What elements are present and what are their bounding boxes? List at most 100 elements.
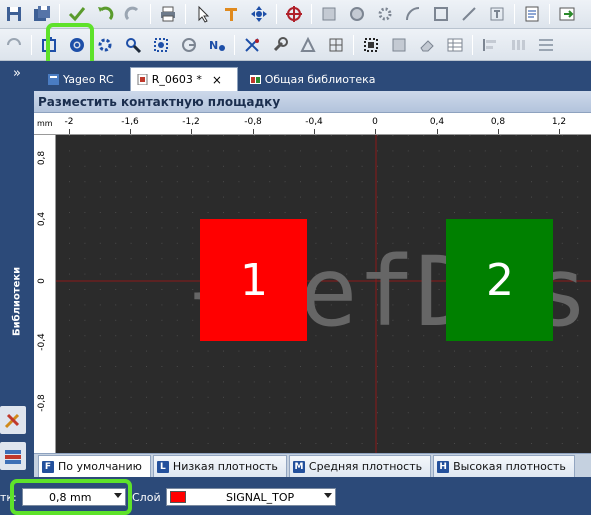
canvas-drawing: {RefDes} 1 2 [56,135,591,453]
tab-yageo-rc[interactable]: Yageo RC [42,67,122,91]
table-icon[interactable] [444,34,466,56]
ruler-x-label: 0,8 [490,117,506,127]
chevron-down-icon [324,493,332,498]
ruler-x-label: -1,2 [182,117,200,127]
search-icon[interactable] [122,34,144,56]
toolbar-separator [59,4,60,24]
libraries-label[interactable]: Библиотеки [0,261,34,341]
grid-icon[interactable] [325,34,347,56]
footprint-canvas[interactable]: {RefDes} 1 2 [56,135,591,453]
properties-icon[interactable] [521,3,543,25]
eraser-icon[interactable] [416,34,438,56]
fill-icon[interactable] [388,34,410,56]
pad-style-icon[interactable] [150,34,172,56]
highlight-frame [10,479,132,515]
toolbar-separator [514,4,515,24]
ruler-y-label: 0 [37,278,47,284]
ruler-x-label: -2 [64,117,74,127]
line-icon[interactable] [458,3,480,25]
pointer-icon[interactable] [192,3,214,25]
tab-medium-density[interactable]: M Средняя плотность [288,455,432,477]
layer-value: SIGNAL_TOP [226,490,295,504]
tab-high-density[interactable]: H Высокая плотность [433,455,575,477]
ruler-x-tick [130,129,131,134]
svg-text:N: N [209,39,218,52]
expand-button[interactable]: » [0,61,34,85]
ruler-y-label: -0,4 [37,333,47,351]
toolbar-separator [353,34,354,55]
pad-2-label: 2 [486,255,514,306]
ruler-y-label: -0,8 [37,394,47,412]
ruler-x-label: 0,4 [429,117,445,127]
text-icon[interactable] [486,3,508,25]
ruler-x-tick [437,129,438,134]
toolbar-separator [150,4,151,24]
ruler-x-tick [498,129,499,134]
m-icon: M [292,460,305,473]
ruler-x-label: -1,6 [121,117,139,127]
l-icon: L [156,460,169,473]
undo-icon[interactable] [94,3,116,25]
tab-default-density[interactable]: F По умолчанию [38,455,151,477]
ruler-x-label: 1,2 [551,117,567,127]
panel-title: Разместить контактную площадку [34,91,591,113]
density-tabbar: F По умолчанию L Низкая плотность M Сред… [34,453,591,477]
square-pad-icon[interactable] [318,3,340,25]
redo-icon[interactable] [122,3,144,25]
ruler-x-tick [191,129,192,134]
tools-icon[interactable] [0,406,26,434]
save-icon[interactable] [3,3,25,25]
export-icon[interactable] [556,3,578,25]
align-icon[interactable] [479,34,501,56]
rect-icon[interactable] [430,3,452,25]
pad-shape-icon[interactable] [178,34,200,56]
swap-icon[interactable] [3,34,25,56]
tab-label: Высокая плотность [453,460,566,473]
h-icon: H [437,460,450,473]
mechanical-icon[interactable] [297,34,319,56]
toolbar-separator [276,4,277,24]
book-icon [48,73,59,85]
spacing-icon[interactable] [535,34,557,56]
gear-pad-icon[interactable] [374,3,396,25]
ruler-y-label: 0,8 [37,150,47,166]
pad-array-icon[interactable] [94,34,116,56]
tab-low-density[interactable]: L Низкая плотность [152,455,287,477]
layer-color-swatch [170,491,186,503]
print-icon[interactable] [157,3,179,25]
document-icon [137,74,148,85]
wrench-icon[interactable] [269,34,291,56]
move-icon[interactable] [248,3,270,25]
layer-select[interactable]: SIGNAL_TOP [166,488,336,506]
route-icon[interactable] [241,34,263,56]
pin-tool-icon[interactable] [220,3,242,25]
select-icon[interactable] [360,34,382,56]
ruler-x-tick [253,129,254,134]
arc-icon[interactable] [402,3,424,25]
round-pad-icon[interactable] [346,3,368,25]
ruler-x-label: -0,8 [244,117,262,127]
save-all-icon[interactable] [31,3,53,25]
library-sidebar: » Библиотеки [0,61,34,515]
check-icon[interactable] [66,3,88,25]
vertical-ruler: 0,8 0,4 0 -0,4 -0,8 [34,135,56,453]
tab-label: Общая библиотека [264,72,376,86]
renumber-icon[interactable]: N [206,34,228,56]
ruler-x-tick [314,129,315,134]
tab-label: Низкая плотность [172,460,278,473]
tab-r0603[interactable]: R_0603 * × [129,67,238,91]
ruler-x-tick [375,129,376,134]
origin-icon[interactable] [283,3,305,25]
distribute-icon[interactable] [507,34,529,56]
horizontal-ruler: mm -2 -1,6 -1,2 -0,8 -0,4 0 0,4 0,8 1,2 [34,113,591,135]
close-icon[interactable]: × [212,73,222,87]
ruler-x-tick [559,129,560,134]
books-icon[interactable] [0,442,26,470]
tab-label: Средняя плотность [308,460,423,473]
toolbar-separator [472,34,473,55]
tab-general-library[interactable]: Общая библиотека [244,67,384,91]
pad-1-label: 1 [240,255,268,306]
tab-label: По умолчанию [58,460,142,473]
ruler-x-tick [69,129,70,134]
ruler-unit: mm [37,119,53,128]
